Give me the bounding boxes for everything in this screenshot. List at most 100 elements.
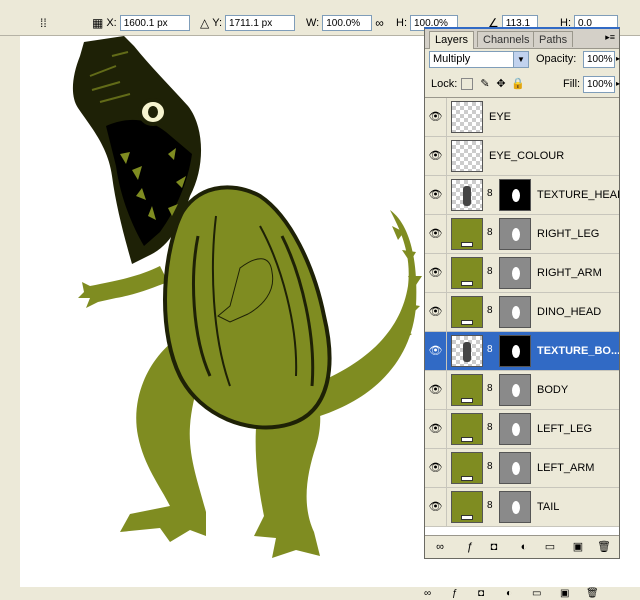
layer-row[interactable]: 👁 8 BODY xyxy=(425,371,619,410)
reference-point-icon[interactable]: ⁞⁞ xyxy=(40,15,47,31)
layer-mask-thumbnail[interactable] xyxy=(499,179,531,211)
eye-visibility-icon[interactable]: 👁 xyxy=(425,293,447,331)
fill-arrow-icon[interactable]: ▸ xyxy=(616,79,620,88)
layer-thumbnail xyxy=(451,140,483,172)
panel-footer: ∞ ƒ ◘ ◐ ▭ ▣ 🗑 xyxy=(425,535,619,558)
link-icon[interactable]: ∞ xyxy=(375,15,384,31)
w-field[interactable]: 100.0% xyxy=(322,15,373,31)
x-field[interactable]: 1600.1 px xyxy=(119,15,190,31)
new-layer-icon[interactable]: ▣ xyxy=(571,540,585,554)
panel-tabs: Layers Channels Paths ▸≡ xyxy=(425,29,619,49)
mask-link-icon[interactable]: 8 xyxy=(487,305,493,316)
w-label: W: xyxy=(306,17,320,29)
link-layers-icon-secondary[interactable]: ∞ xyxy=(424,587,431,600)
layer-row[interactable]: 👁 8 TEXTURE_BO... xyxy=(425,332,619,371)
tab-channels[interactable]: Channels xyxy=(477,31,536,47)
mask-link-icon[interactable]: 8 xyxy=(487,266,493,277)
layers-list: 👁 EYE 👁 EYE_COLOUR 👁 8 TEXTURE_HEAD 👁 8 RIGHT_LEG… xyxy=(425,97,619,538)
layers-panel: Layers Channels Paths ▸≡ Multiply ▼ Opac… xyxy=(424,27,620,559)
layer-row[interactable]: 👁 8 LEFT_LEG xyxy=(425,410,619,449)
mask-link-icon[interactable]: 8 xyxy=(487,188,493,199)
lock-brush-icon[interactable]: ✎ xyxy=(479,78,491,90)
tab-paths[interactable]: Paths xyxy=(533,31,574,47)
link-layers-icon[interactable]: ∞ xyxy=(433,540,447,554)
chevron-down-icon[interactable]: ▼ xyxy=(513,52,528,67)
eye-visibility-icon[interactable]: 👁 xyxy=(425,254,447,292)
opacity-arrow-icon[interactable]: ▸ xyxy=(616,54,620,63)
layer-mask-thumbnail[interactable] xyxy=(499,218,531,250)
mask-link-icon[interactable]: 8 xyxy=(487,461,493,472)
lock-transparency-icon[interactable] xyxy=(461,78,473,90)
layer-row[interactable]: 👁 8 TEXTURE_HEAD xyxy=(425,176,619,215)
layer-row[interactable]: 👁 EYE_COLOUR xyxy=(425,137,619,176)
trash-icon-secondary[interactable]: 🗑 xyxy=(586,587,599,600)
eye-visibility-icon[interactable]: 👁 xyxy=(425,98,447,136)
reference-grid-icon[interactable]: ▦ xyxy=(92,15,103,31)
mask-link-icon[interactable]: 8 xyxy=(487,344,493,355)
layer-mask-thumbnail[interactable] xyxy=(499,452,531,484)
layer-mask-thumbnail[interactable] xyxy=(499,257,531,289)
trash-icon[interactable]: 🗑 xyxy=(597,540,611,554)
mask-link-icon[interactable]: 8 xyxy=(487,227,493,238)
adjustment-icon-secondary[interactable]: ◐ xyxy=(506,587,512,600)
eye-visibility-icon[interactable]: 👁 xyxy=(425,137,447,175)
y-field[interactable]: 1711.1 px xyxy=(225,15,296,31)
layer-mask-thumbnail[interactable] xyxy=(499,335,531,367)
layer-thumbnail xyxy=(451,452,483,484)
layer-row[interactable]: 👁 8 RIGHT_LEG xyxy=(425,215,619,254)
layer-thumbnail xyxy=(451,374,483,406)
layer-thumbnail xyxy=(451,179,483,211)
layer-name: RIGHT_LEG xyxy=(537,228,600,240)
tab-layers[interactable]: Layers xyxy=(429,31,475,49)
fill-label: Fill: xyxy=(563,78,581,90)
layer-name: DINO_HEAD xyxy=(537,306,602,318)
add-mask-icon-secondary[interactable]: ◘ xyxy=(478,587,484,600)
layer-name: EYE xyxy=(489,111,512,123)
blend-mode-value: Multiply xyxy=(433,53,471,65)
layer-thumbnail xyxy=(451,101,483,133)
layer-row[interactable]: 👁 8 DINO_HEAD xyxy=(425,293,619,332)
layer-name: RIGHT_ARM xyxy=(537,267,602,279)
delta-icon[interactable]: △ xyxy=(200,15,209,31)
layer-name: LEFT_LEG xyxy=(537,423,593,435)
layer-mask-thumbnail[interactable] xyxy=(499,491,531,523)
layer-style-icon[interactable]: ƒ xyxy=(463,540,477,554)
eye-visibility-icon[interactable]: 👁 xyxy=(425,410,447,448)
eye-visibility-icon[interactable]: 👁 xyxy=(425,215,447,253)
panel-menu-icon[interactable]: ▸≡ xyxy=(605,32,615,43)
layer-style-icon-secondary[interactable]: ƒ xyxy=(452,587,458,600)
mask-link-icon[interactable]: 8 xyxy=(487,500,493,511)
fill-field[interactable]: 100% xyxy=(583,76,615,93)
adjustment-layer-icon[interactable]: ◐ xyxy=(517,540,531,554)
layer-row[interactable]: 👁 8 LEFT_ARM xyxy=(425,449,619,488)
layer-thumbnail xyxy=(451,491,483,523)
eye-visibility-icon[interactable]: 👁 xyxy=(425,332,447,370)
layer-name: TEXTURE_BO... xyxy=(537,345,619,357)
layer-row[interactable]: 👁 8 RIGHT_ARM xyxy=(425,254,619,293)
layer-thumbnail xyxy=(451,335,483,367)
layer-name: BODY xyxy=(537,384,569,396)
layer-mask-thumbnail[interactable] xyxy=(499,374,531,406)
eye-visibility-icon[interactable]: 👁 xyxy=(425,176,447,214)
opacity-field[interactable]: 100% xyxy=(583,51,615,68)
layer-row[interactable]: 👁 8 TAIL xyxy=(425,488,619,527)
eye-visibility-icon[interactable]: 👁 xyxy=(425,371,447,409)
layer-thumbnail xyxy=(451,296,483,328)
add-mask-icon[interactable]: ◘ xyxy=(487,540,501,554)
mask-link-icon[interactable]: 8 xyxy=(487,422,493,433)
layer-thumbnail xyxy=(451,413,483,445)
lock-all-icon[interactable]: 🔒 xyxy=(511,78,525,90)
lock-move-icon[interactable]: ✥ xyxy=(495,78,507,90)
layer-mask-thumbnail[interactable] xyxy=(499,413,531,445)
eye-visibility-icon[interactable]: 👁 xyxy=(425,449,447,487)
new-group-icon[interactable]: ▭ xyxy=(543,540,557,554)
layer-row[interactable]: 👁 EYE xyxy=(425,98,619,137)
mask-link-icon[interactable]: 8 xyxy=(487,383,493,394)
new-layer-icon-secondary[interactable]: ▣ xyxy=(560,587,569,600)
eye-visibility-icon[interactable]: 👁 xyxy=(425,488,447,526)
lock-label: Lock: xyxy=(431,78,458,90)
layer-thumbnail xyxy=(451,257,483,289)
new-group-icon-secondary[interactable]: ▭ xyxy=(532,587,541,600)
layer-mask-thumbnail[interactable] xyxy=(499,296,531,328)
blend-mode-select[interactable]: Multiply ▼ xyxy=(429,51,529,68)
